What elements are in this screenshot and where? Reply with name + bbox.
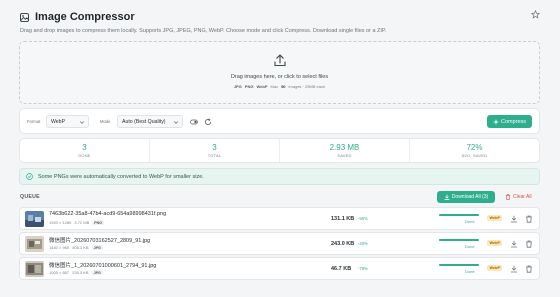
upload-icon [274,54,286,67]
trash-icon[interactable] [525,215,533,223]
compressed-size: 46.7 KB [331,266,352,272]
file-meta: 1440 × 960 406.3 KB JPG [49,245,103,250]
status-text: Done [465,244,475,249]
file-dropzone[interactable]: Drag images here, or click to select fil… [19,41,540,104]
stat-label: SAVED [337,153,352,158]
queue-label: QUEUE [20,194,40,200]
download-icon[interactable] [510,240,518,248]
download-all-button[interactable]: Download All (3) [437,191,495,203]
star-icon[interactable] [531,10,540,19]
savings-percent: -95% [358,216,368,221]
chevron-down-icon [174,121,178,124]
trash-icon[interactable] [525,240,533,248]
format-png: PNG [244,84,254,89]
toggle-button[interactable] [188,115,200,128]
stat-saved: 2.93 MB SAVED [279,139,409,162]
stats-panel: 3 DONE 3 TOTAL 2.93 MB SAVED 72% AVG. SA… [19,138,540,163]
queue-item: 微信图片_1_20260701000601_2794_91.jpg 1005 ×… [19,257,540,280]
format-select[interactable]: WebP [46,115,89,128]
compressed-size: 243.0 KB [331,241,355,247]
compressed-size: 131.1 KB [331,216,355,222]
output-format-badge: WebP [487,215,503,221]
image-thumbnail [25,261,44,277]
compress-button[interactable]: Compress [487,115,532,128]
clear-all-label: Clear All [513,194,532,200]
stat-label: TOTAL [207,153,222,158]
dropzone-meta: JPG PNG WebP Max 50 images · 25MB each [20,84,539,89]
stat-value: 2.93 MB [329,143,360,152]
file-dimensions: 1440 × 960 [49,245,70,250]
stat-value: 3 [212,143,217,152]
stat-value: 72% [466,143,483,152]
file-name: 7463b622-35a8-47b4-acd9-654a98998431f.pn… [49,211,167,217]
page-title: Image Compressor [35,11,135,23]
progress-bar [439,239,479,241]
file-name: 微信图片_20260703162527_2809_91.jpg [49,238,151,244]
file-dimensions: 1920 × 1280 [49,220,72,225]
format-webp: WebP [256,84,268,89]
queue-item: 7463b622-35a8-47b4-acd9-654a98998431f.pn… [19,207,540,230]
chevron-down-icon [80,121,84,124]
mode-select-value: Auto (Best Quality) [122,118,166,125]
file-meta: 1005 × 667 235.3 KB JPG [49,270,103,275]
status-text: Done [465,269,475,274]
refresh-icon [205,117,212,125]
progress-bar [439,264,479,266]
file-name: 微信图片_1_20260701000601_2794_91.jpg [49,263,157,269]
progress-bar [439,214,479,216]
trash-icon [505,194,511,200]
file-original-size: 235.3 KB [72,270,89,275]
stat-label: DONE [78,153,91,158]
image-thumbnail [25,211,44,227]
refresh-button[interactable] [202,115,214,128]
limit-suffix: images · 25MB each [288,84,326,89]
download-icon[interactable] [510,215,518,223]
toggle-icon [190,119,198,124]
dropzone-text: Drag images here, or click to select fil… [230,74,329,80]
original-format-tag: JPG [91,270,103,275]
limit-prefix: Max [270,84,279,89]
format-label: Format [27,119,41,124]
savings-percent: -79% [358,266,368,271]
format-jpg: JPG [233,84,242,89]
limit-count: 50 [281,84,286,89]
queue-item: 微信图片_20260703162527_2809_91.jpg 1440 × 9… [19,232,540,255]
page-subtitle: Drag and drop images to compress them lo… [20,28,387,34]
original-format-tag: PNG [92,220,105,225]
conversion-notice: Some PNGs were automatically converted t… [19,168,540,185]
app-header: Image Compressor [20,8,540,26]
file-original-size: 406.3 KB [72,245,89,250]
progress-fill [439,264,479,266]
original-format-tag: JPG [91,245,103,250]
file-original-size: 3.72 MB [74,220,90,225]
file-dimensions: 1005 × 667 [49,270,70,275]
download-all-label: Download All (3) [451,194,489,200]
mode-label: Mode [100,119,111,124]
stat-value: 3 [82,143,87,152]
progress-fill [439,239,479,241]
status-text: Done [465,219,475,224]
mode-select[interactable]: Auto (Best Quality) [117,115,183,128]
stat-label: AVG. SAVED [461,153,488,158]
format-select-value: WebP [51,118,66,125]
output-format-badge: WebP [487,265,503,271]
sparkle-icon [492,118,499,125]
download-icon[interactable] [510,265,518,273]
stat-done: 3 DONE [20,139,149,162]
image-icon [20,12,29,22]
file-meta: 1920 × 1280 3.72 MB PNG [49,220,105,225]
compress-label: Compress [500,118,527,125]
download-icon [444,194,450,200]
stat-total: 3 TOTAL [149,139,279,162]
image-thumbnail [25,236,44,252]
check-circle-icon [26,173,33,180]
savings-percent: -40% [358,241,368,246]
stat-avg-saved: 72% AVG. SAVED [409,139,539,162]
progress-fill [439,214,479,216]
trash-icon[interactable] [525,265,533,273]
clear-all-button[interactable]: Clear All [505,191,532,203]
notice-text: Some PNGs were automatically converted t… [38,173,204,180]
controls-bar: Format WebP Mode Auto (Best Quality) Com… [19,108,540,134]
output-format-badge: WebP [487,240,503,246]
